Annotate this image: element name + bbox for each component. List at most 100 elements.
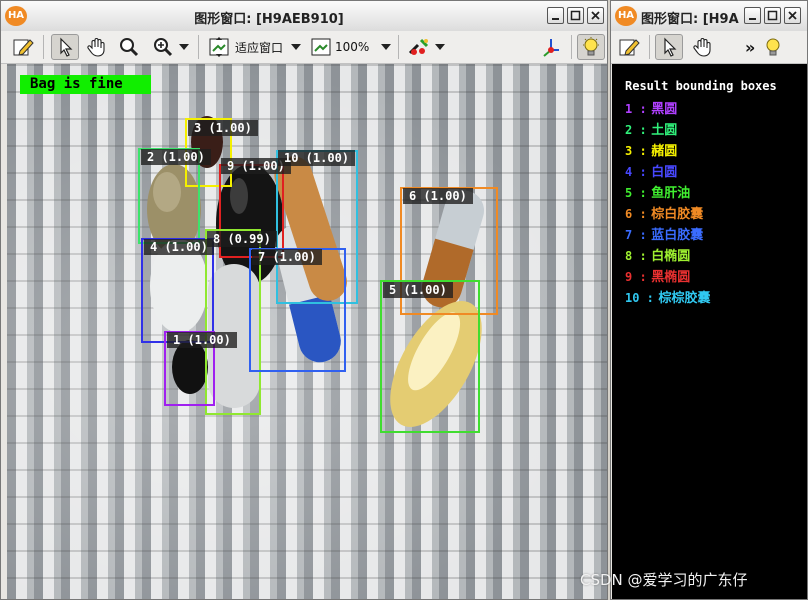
more-tools-chevron[interactable]: » — [745, 38, 755, 57]
bbox-label-8: 8 (0.99) — [207, 231, 277, 247]
status-badge: Bag is fine — [20, 75, 151, 94]
window-title: 图形窗口: [H9AEB910] — [194, 12, 344, 27]
result-item: 3 : 赭圆 — [625, 141, 710, 162]
lightbulb-icon — [583, 37, 599, 56]
result-name: 黑椭圆 — [651, 270, 691, 285]
bbox-label-5: 5 (1.00) — [383, 282, 453, 298]
result-item: 7 : 蓝白胶囊 — [625, 225, 710, 246]
close-button[interactable] — [587, 7, 604, 24]
color-tools-button[interactable] — [405, 34, 433, 60]
result-name: 白圆 — [651, 165, 678, 180]
magnify-tool-button[interactable] — [115, 34, 143, 60]
zoom-100-button[interactable] — [307, 34, 335, 60]
color-tools-icon — [408, 38, 429, 55]
zoom-level-dropdown-icon[interactable] — [381, 44, 392, 50]
result-item: 10 : 棕棕胶囊 — [625, 288, 710, 309]
pointer-icon — [60, 37, 73, 57]
result-item: 2 : 土圆 — [625, 120, 710, 141]
bbox-7[interactable] — [249, 248, 346, 372]
zoom-in-icon — [154, 38, 173, 57]
result-list: 1 : 黑圆 2 : 土圆 3 : 赭圆 4 : 白圆 5 : 鱼肝油 6 : … — [625, 99, 710, 309]
color-tools-dropdown-icon[interactable] — [435, 44, 445, 50]
result-maximize-button[interactable] — [764, 7, 781, 24]
result-index: 5 : — [625, 186, 647, 200]
result-index: 3 : — [625, 144, 647, 158]
fit-window-button[interactable] — [205, 34, 233, 60]
minimize-button[interactable] — [547, 7, 564, 24]
bbox-label-1: 1 (1.00) — [167, 332, 237, 348]
edit-button[interactable] — [9, 34, 37, 60]
result-item: 8 : 白椭圆 — [625, 246, 710, 267]
close-icon — [591, 11, 600, 20]
result-minimize-button[interactable] — [744, 7, 761, 24]
pan-tool-button[interactable] — [83, 34, 111, 60]
pan-tool-button[interactable] — [689, 34, 717, 60]
minimize-icon — [749, 18, 756, 20]
zoom-100-icon — [311, 38, 331, 56]
pointer-tool-button[interactable] — [655, 34, 683, 60]
magnifier-icon — [120, 38, 139, 57]
fit-window-icon — [209, 37, 229, 57]
hand-pan-icon — [87, 38, 105, 57]
result-name: 黑圆 — [651, 102, 678, 117]
result-index: 1 : — [625, 102, 647, 116]
edit-button[interactable] — [615, 34, 643, 60]
bbox-label-6: 6 (1.00) — [403, 188, 473, 204]
coordinates-button[interactable] — [537, 34, 565, 60]
lightbulb-button[interactable] — [759, 34, 787, 60]
bbox-label-7: 7 (1.00) — [252, 249, 322, 265]
title-bar[interactable]: HA 图形窗口: [H9AEB910] — [1, 1, 607, 32]
result-index: 8 : — [625, 249, 647, 263]
result-name: 蓝白胶囊 — [651, 228, 704, 243]
hand-pan-icon — [693, 38, 711, 57]
result-close-button[interactable] — [784, 7, 801, 24]
result-name: 棕白胶囊 — [651, 207, 704, 222]
bbox-label-10: 10 (1.00) — [278, 150, 356, 166]
result-item: 6 : 棕白胶囊 — [625, 204, 710, 225]
zoom-tool-button[interactable] — [149, 34, 177, 60]
pointer-tool-button[interactable] — [51, 34, 79, 60]
result-index: 7 : — [625, 228, 647, 242]
result-index: 9 : — [625, 270, 647, 284]
maximize-icon — [570, 10, 581, 21]
result-toolbar: » — [611, 31, 807, 64]
zoom-level-label[interactable]: 100% — [335, 40, 369, 54]
result-canvas[interactable]: Result bounding boxes 1 : 黑圆 2 : 土圆 3 : … — [612, 64, 807, 599]
result-name: 白椭圆 — [651, 249, 691, 264]
lightbulb-icon — [766, 38, 780, 56]
maximize-icon — [767, 10, 778, 21]
pointer-icon — [664, 37, 677, 57]
result-name: 土圆 — [651, 123, 678, 138]
result-index: 10 : — [625, 291, 654, 305]
maximize-button[interactable] — [567, 7, 584, 24]
result-index: 6 : — [625, 207, 647, 221]
lightbulb-button[interactable] — [577, 34, 605, 60]
result-window-title: 图形窗口: [H9AE… — [641, 12, 739, 27]
result-index: 2 : — [625, 123, 647, 137]
fit-dropdown-icon[interactable] — [291, 44, 302, 50]
result-index: 4 : — [625, 165, 647, 179]
result-name: 鱼肝油 — [651, 186, 691, 201]
close-icon — [788, 11, 797, 20]
edit-icon — [13, 39, 34, 56]
edit-icon — [619, 39, 640, 56]
image-canvas[interactable]: Bag is fine 3 (1.00) 2 (1.00) 9 (1.00) 1… — [7, 64, 607, 599]
graphics-window-result: HA 图形窗口: [H9AE… » — [610, 0, 808, 600]
bbox-label-2: 2 (1.00) — [141, 149, 211, 165]
result-heading: Result bounding boxes — [625, 79, 777, 93]
zoom-dropdown-icon[interactable] — [179, 44, 189, 50]
result-title-bar[interactable]: HA 图形窗口: [H9AE… — [611, 1, 807, 32]
bbox-label-4: 4 (1.00) — [144, 239, 214, 255]
result-name: 赭圆 — [651, 144, 678, 159]
fit-window-label[interactable]: 适应窗口 — [235, 39, 283, 56]
bbox-label-3: 3 (1.00) — [188, 120, 258, 136]
coordinates-icon — [543, 39, 559, 57]
graphics-window-main: HA 图形窗口: [H9AEB910] 适应窗口 100% Bag is fin… — [0, 0, 608, 600]
halcon-app-icon: HA — [615, 6, 637, 26]
result-name: 棕棕胶囊 — [658, 291, 711, 306]
result-item: 9 : 黑椭圆 — [625, 267, 710, 288]
result-item: 4 : 白圆 — [625, 162, 710, 183]
result-item: 5 : 鱼肝油 — [625, 183, 710, 204]
watermark: CSDN @爱学习的广东仔 — [580, 571, 748, 589]
bbox-5[interactable] — [380, 280, 480, 433]
